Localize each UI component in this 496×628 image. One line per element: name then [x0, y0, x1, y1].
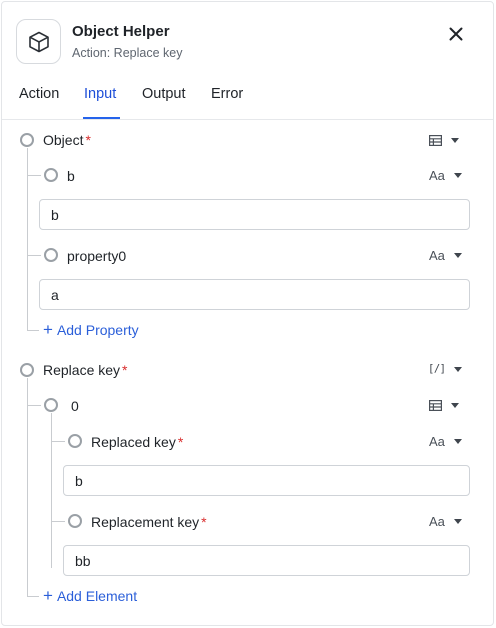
- element-0-label: 0: [71, 398, 79, 414]
- replaced-key-input[interactable]: b: [63, 465, 470, 496]
- tab-action[interactable]: Action: [19, 86, 59, 102]
- cube-icon: [16, 19, 61, 64]
- replace-key-radio[interactable]: [20, 363, 34, 377]
- property-b-type-select[interactable]: Aa: [429, 168, 462, 183]
- replacement-key-type-select[interactable]: Aa: [429, 514, 462, 529]
- array-type-icon: [/]: [428, 363, 446, 375]
- tree-line: [27, 255, 41, 256]
- table-icon: [429, 400, 442, 411]
- replaced-key-radio[interactable]: [68, 434, 82, 448]
- property0-label: property0: [67, 248, 127, 264]
- close-button[interactable]: [443, 21, 469, 47]
- tree-line: [27, 175, 41, 176]
- close-icon: [449, 27, 463, 41]
- property0-radio[interactable]: [44, 248, 58, 262]
- tree-line: [27, 596, 39, 597]
- replace-key-label: Replace key *: [43, 362, 128, 378]
- chevron-down-icon: [453, 519, 462, 524]
- chevron-down-icon: [454, 366, 463, 372]
- chevron-down-icon: [453, 173, 462, 178]
- tree-line: [27, 330, 39, 331]
- replacement-key-label: Replacement key *: [91, 514, 207, 530]
- chevron-down-icon: [451, 138, 459, 143]
- text-type-icon: Aa: [429, 168, 445, 183]
- required-mark: *: [85, 132, 91, 148]
- property0-type-select[interactable]: Aa: [429, 248, 462, 263]
- tree-line: [51, 441, 65, 442]
- chevron-down-icon: [451, 403, 459, 408]
- object-type-select[interactable]: [429, 135, 459, 146]
- add-property-button[interactable]: + Add Property: [43, 320, 139, 339]
- tree-line: [27, 378, 28, 597]
- tree-line: [27, 405, 41, 406]
- required-mark: *: [122, 362, 128, 378]
- object-radio[interactable]: [20, 133, 34, 147]
- panel-subtitle: Action: Replace key: [72, 46, 183, 60]
- chevron-down-icon: [453, 253, 462, 258]
- replacement-key-radio[interactable]: [68, 514, 82, 528]
- required-mark: *: [177, 434, 184, 450]
- element-0-type-select[interactable]: [429, 400, 459, 411]
- plus-icon: +: [43, 320, 53, 339]
- replace-key-type-select[interactable]: [/]: [428, 363, 463, 375]
- replacement-key-input[interactable]: bb: [63, 545, 470, 576]
- text-type-icon: Aa: [429, 434, 445, 449]
- object-helper-panel: Object Helper Action: Replace key Action…: [1, 1, 494, 626]
- tab-bar: Action Input Output Error: [2, 78, 493, 120]
- add-element-button[interactable]: + Add Element: [43, 586, 137, 605]
- tree-line: [51, 413, 52, 568]
- table-icon: [429, 135, 442, 146]
- property-b-label: b: [67, 168, 75, 184]
- required-mark: *: [201, 514, 207, 530]
- property0-value-input[interactable]: a: [39, 279, 470, 310]
- tab-input[interactable]: Input: [84, 86, 116, 102]
- chevron-down-icon: [453, 439, 462, 444]
- property-b-radio[interactable]: [44, 168, 58, 182]
- tab-output[interactable]: Output: [142, 86, 186, 102]
- tab-error[interactable]: Error: [211, 86, 243, 102]
- element-0-radio[interactable]: [44, 398, 58, 412]
- property-b-value-input[interactable]: b: [39, 199, 470, 230]
- panel-title: Object Helper: [72, 23, 170, 40]
- text-type-icon: Aa: [429, 248, 445, 263]
- tree-line: [51, 521, 65, 522]
- object-label: Object *: [43, 132, 91, 148]
- plus-icon: +: [43, 586, 53, 605]
- replaced-key-label: Replaced key *: [91, 434, 184, 450]
- replaced-key-type-select[interactable]: Aa: [429, 434, 462, 449]
- text-type-icon: Aa: [429, 514, 445, 529]
- active-tab-indicator: [83, 117, 120, 119]
